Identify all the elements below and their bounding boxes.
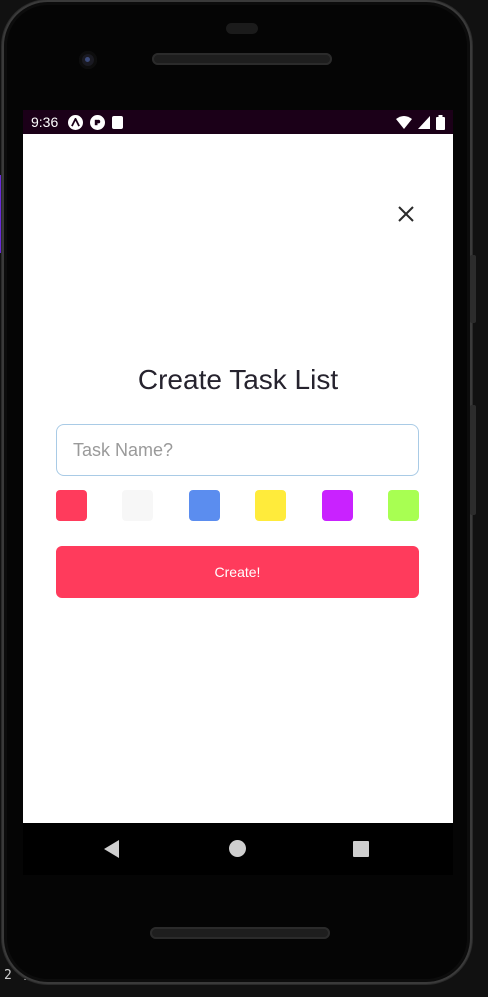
status-bar: 9:36: [23, 110, 453, 134]
android-nav-bar: [23, 823, 453, 875]
proximity-sensor: [226, 23, 258, 34]
wifi-icon: [396, 115, 412, 129]
battery-icon: [436, 114, 445, 130]
bottom-speaker: [150, 927, 330, 939]
volume-button[interactable]: [470, 255, 476, 323]
create-task-list-screen: Create Task List Create!: [23, 134, 453, 823]
react-icon: [90, 114, 106, 130]
recents-icon[interactable]: [353, 841, 369, 857]
power-button[interactable]: [470, 405, 476, 515]
color-swatch-red[interactable]: [56, 490, 87, 521]
color-swatch-purple[interactable]: [321, 490, 353, 521]
color-swatch-green[interactable]: [387, 490, 419, 521]
task-name-input[interactable]: [56, 424, 419, 476]
color-picker: [56, 490, 419, 521]
front-camera-icon: [79, 51, 97, 69]
color-swatch-white[interactable]: [122, 490, 154, 521]
close-icon[interactable]: [395, 203, 417, 225]
status-time: 9:36: [31, 114, 59, 130]
top-speaker: [152, 53, 332, 65]
sd-card-icon: [112, 115, 124, 129]
status-right-icons: [396, 114, 445, 130]
home-icon[interactable]: [229, 840, 246, 857]
launcher-icon: [68, 114, 84, 130]
color-swatch-blue[interactable]: [188, 490, 220, 521]
create-button[interactable]: Create!: [56, 546, 419, 598]
color-swatch-yellow[interactable]: [255, 490, 287, 521]
page-title: Create Task List: [137, 364, 339, 395]
back-icon[interactable]: [104, 840, 119, 858]
signal-icon: [418, 115, 430, 129]
emulator-stage: 2 / 9:36 Create Task List Task Name? Cre…: [0, 0, 488, 997]
